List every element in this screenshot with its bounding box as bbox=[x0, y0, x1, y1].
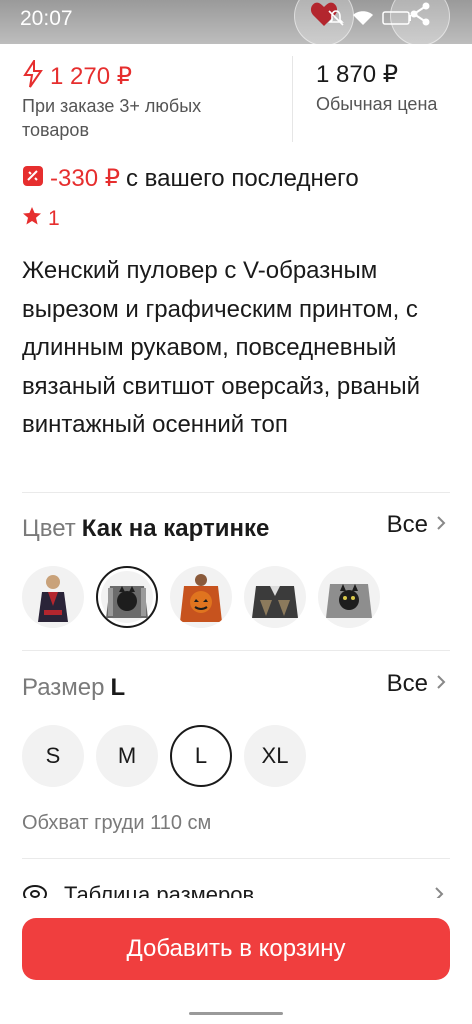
status-bar: 20:07 bbox=[0, 0, 472, 46]
size-option-m[interactable]: M bbox=[96, 725, 158, 787]
color-value: Как на картинке bbox=[81, 515, 270, 542]
chevron-right-icon bbox=[436, 674, 446, 695]
regular-price-note: Обычная цена bbox=[316, 94, 438, 114]
add-to-cart-button[interactable]: Добавить в корзину bbox=[22, 918, 450, 980]
regular-price-value: 1 870 ₽ bbox=[316, 61, 398, 88]
star-icon bbox=[22, 206, 42, 231]
chevron-right-icon bbox=[436, 515, 446, 536]
discount-row: -330 ₽ с вашего последнего bbox=[22, 164, 359, 193]
color-swatch-4[interactable] bbox=[244, 566, 306, 628]
rating-row[interactable]: 1 bbox=[22, 206, 60, 231]
bottom-action-bar: Добавить в корзину bbox=[0, 898, 472, 1024]
wifi-icon bbox=[352, 10, 374, 31]
size-table-label: Таблица размеров bbox=[64, 882, 255, 898]
color-swatch-3[interactable] bbox=[170, 566, 232, 628]
color-swatch-5[interactable] bbox=[318, 566, 380, 628]
divider bbox=[22, 650, 450, 651]
promo-price-note: При заказе 3+ любых товаров bbox=[22, 96, 202, 140]
color-all-link[interactable]: Все bbox=[387, 511, 446, 539]
promo-price: 1 270 ₽ bbox=[22, 57, 132, 93]
size-all-link[interactable]: Все bbox=[387, 670, 446, 698]
ruler-icon bbox=[22, 884, 48, 898]
lightning-icon bbox=[22, 57, 44, 93]
chevron-right-icon bbox=[434, 886, 444, 898]
price-row: 1 270 ₽ При заказе 3+ любых товаров 1 87… bbox=[0, 56, 472, 144]
divider bbox=[22, 492, 450, 493]
size-section-header[interactable]: Размер L Все bbox=[22, 670, 450, 706]
color-swatches bbox=[22, 566, 380, 628]
chest-measurement: Обхват груди 110 см bbox=[22, 812, 212, 834]
coupon-icon bbox=[22, 165, 44, 192]
discount-text: с вашего последнего bbox=[125, 164, 359, 192]
rating-count: 1 bbox=[48, 206, 60, 230]
color-swatch-1[interactable] bbox=[22, 566, 84, 628]
discount-value: -330 ₽ bbox=[50, 165, 120, 192]
size-label: Размер bbox=[22, 674, 105, 701]
color-section-header[interactable]: Цвет Как на картинке Все bbox=[22, 511, 450, 547]
product-title: Женский пуловер с V-образным вырезом и г… bbox=[22, 257, 420, 438]
status-time: 20:07 bbox=[20, 7, 73, 30]
size-all-label: Все bbox=[386, 670, 428, 697]
price-divider bbox=[292, 56, 293, 142]
home-indicator[interactable] bbox=[189, 1012, 283, 1015]
promo-price-value: 1 270 ₽ bbox=[50, 63, 132, 90]
size-option-l[interactable]: L bbox=[170, 725, 232, 787]
size-options: S M L XL bbox=[22, 725, 306, 787]
color-all-label: Все bbox=[386, 511, 428, 538]
share-button[interactable] bbox=[390, 0, 450, 46]
share-icon bbox=[408, 1, 432, 32]
color-swatch-2[interactable] bbox=[96, 566, 158, 628]
mute-icon bbox=[328, 9, 344, 32]
size-option-xl[interactable]: XL bbox=[244, 725, 306, 787]
divider bbox=[22, 858, 450, 859]
size-option-s[interactable]: S bbox=[22, 725, 84, 787]
color-label: Цвет bbox=[22, 515, 76, 542]
size-table-link[interactable]: Таблица размеров bbox=[22, 878, 450, 898]
size-value: L bbox=[110, 674, 126, 701]
